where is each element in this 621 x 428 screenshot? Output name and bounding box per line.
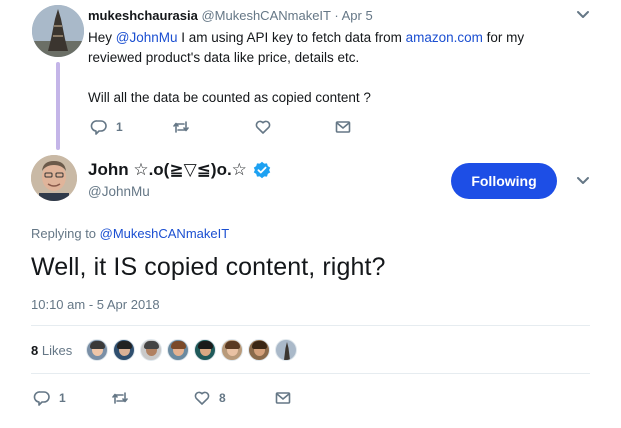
- url-link[interactable]: amazon.com: [406, 30, 483, 45]
- retweet-icon: [112, 392, 128, 404]
- chevron-down-icon[interactable]: [576, 10, 590, 20]
- parent-tweet[interactable]: mukeshchaurasia @MukeshCANmakeIT · Apr 5…: [0, 0, 621, 150]
- liker-avatar[interactable]: [221, 339, 244, 361]
- display-name[interactable]: mukeshchaurasia: [88, 8, 198, 23]
- parent-tweet-text: Hey @JohnMu I am using API key to fetch …: [88, 28, 588, 108]
- body-line: Will all the data be counted as copied c…: [88, 90, 371, 105]
- envelope-icon: [275, 392, 291, 404]
- greeting: Hey: [88, 30, 116, 45]
- following-button[interactable]: Following: [451, 163, 557, 199]
- retweet-button[interactable]: [172, 118, 254, 136]
- author-name[interactable]: John ☆.o(≧▽≦)o.☆: [88, 160, 271, 180]
- heart-icon: [255, 120, 271, 134]
- verified-badge-icon: [253, 161, 271, 179]
- reply-count: 1: [116, 120, 123, 134]
- envelope-icon: [335, 121, 351, 133]
- likes-label: Likes: [38, 342, 73, 358]
- tweet-timestamp[interactable]: 10:10 am - 5 Apr 2018: [31, 297, 160, 312]
- liker-avatar[interactable]: [248, 339, 271, 361]
- like-button[interactable]: [254, 118, 334, 136]
- avatar[interactable]: [32, 5, 84, 57]
- liker-avatar[interactable]: [194, 339, 217, 361]
- like-button[interactable]: 8: [193, 389, 274, 407]
- handle[interactable]: @MukeshCANmakeIT: [201, 8, 330, 23]
- reply-button[interactable]: 1: [90, 118, 172, 136]
- parent-tweet-actions: 1: [90, 118, 352, 136]
- tower-avatar-image: [284, 342, 291, 360]
- handle[interactable]: @JohnMu: [88, 184, 150, 199]
- parent-tweet-header: mukeshchaurasia @MukeshCANmakeIT · Apr 5: [88, 8, 373, 23]
- liker-avatar[interactable]: [275, 339, 298, 361]
- like-count: 8: [219, 391, 226, 405]
- reply-icon: [90, 120, 107, 135]
- reply-button[interactable]: 1: [33, 389, 111, 407]
- likes-section: 8 Likes: [31, 336, 302, 364]
- replying-prefix: Replying to: [31, 226, 100, 241]
- dm-button[interactable]: [334, 118, 352, 136]
- thread-connector: [56, 62, 60, 150]
- display-name[interactable]: John ☆.o(≧▽≦)o.☆: [88, 160, 247, 180]
- liker-avatar[interactable]: [86, 339, 109, 361]
- divider: [31, 325, 590, 326]
- liker-avatar[interactable]: [113, 339, 136, 361]
- body-text: I am using API key to fetch data from: [177, 30, 406, 45]
- divider: [31, 373, 590, 374]
- liker-avatars: [86, 339, 302, 361]
- body-text: for my: [482, 30, 525, 45]
- reply-count: 1: [59, 391, 66, 405]
- replying-to: Replying to @MukeshCANmakeIT: [31, 226, 229, 241]
- avatar-image: [32, 5, 84, 57]
- liker-avatar[interactable]: [167, 339, 190, 361]
- mention-link[interactable]: @JohnMu: [116, 30, 178, 45]
- heart-icon: [194, 391, 210, 405]
- avatar-image: [31, 155, 77, 201]
- retweet-button[interactable]: [111, 389, 193, 407]
- replying-to-link[interactable]: @MukeshCANmakeIT: [100, 226, 230, 241]
- reply-icon: [33, 391, 50, 406]
- tweet-date[interactable]: Apr 5: [342, 8, 373, 23]
- avatar[interactable]: [31, 155, 77, 201]
- liker-avatar[interactable]: [140, 339, 163, 361]
- retweet-icon: [173, 121, 189, 133]
- chevron-down-icon[interactable]: [576, 176, 590, 186]
- body-line: reviewed product's data like price, deta…: [88, 50, 360, 65]
- likes-count[interactable]: 8 Likes: [31, 343, 72, 358]
- separator: ·: [334, 8, 339, 23]
- dm-button[interactable]: [274, 389, 292, 407]
- main-tweet-actions: 1 8: [33, 389, 292, 407]
- tweet-text: Well, it IS copied content, right?: [31, 253, 386, 281]
